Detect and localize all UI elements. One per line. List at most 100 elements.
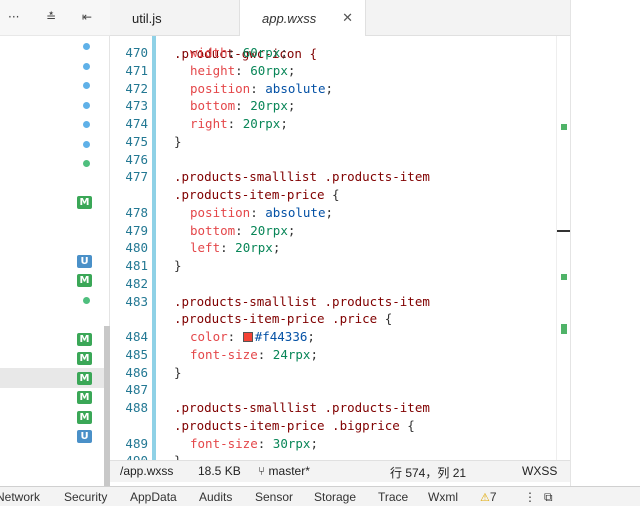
cursor-position[interactable]: 行 574，列 21 <box>390 464 466 481</box>
code-line: 471 height: 60rpx; <box>110 62 566 80</box>
code-line: 472 position: absolute; <box>110 80 566 98</box>
line-number: 474 <box>125 116 148 131</box>
code-text: .products-item-price .bigprice { <box>174 417 415 433</box>
code-editor[interactable]: .product-gwc-icon { 470 width: 60rpx; 471 h… <box>110 36 566 460</box>
code-text: height: 60rpx; <box>190 62 296 78</box>
code-line: 480 left: 20rpx; <box>110 239 566 257</box>
modified-badge: M <box>77 274 92 287</box>
code-line: 476 <box>110 151 566 169</box>
more-icon[interactable]: ··· <box>8 10 19 24</box>
tab-sensor[interactable]: Sensor <box>255 490 293 504</box>
menu-icon[interactable]: ⋮ <box>524 490 536 504</box>
file-tree-row[interactable]: U <box>0 251 104 271</box>
file-tree-row[interactable] <box>0 212 104 232</box>
file-size: 18.5 KB <box>198 464 241 478</box>
file-tree-row[interactable] <box>0 153 104 173</box>
git-branch[interactable]: ⑂ master* <box>258 464 310 478</box>
code-text: right: 20rpx; <box>190 116 288 131</box>
code-line: .products-item-price .price { <box>110 310 566 328</box>
file-tree-row[interactable]: M <box>0 270 104 290</box>
branch-name: master* <box>268 464 310 478</box>
tab-trace[interactable]: Trace <box>378 490 408 504</box>
dock-icon[interactable]: ⧉ <box>544 490 553 505</box>
tab-security[interactable]: Security <box>64 490 107 504</box>
line-number: 471 <box>125 62 148 78</box>
file-tree-row[interactable] <box>0 134 104 154</box>
code-text: position: absolute; <box>190 80 334 96</box>
tab-label: app.wxss <box>262 11 317 26</box>
color-swatch-icon[interactable] <box>242 332 253 342</box>
modified-badge: M <box>77 332 92 346</box>
line-number: 490 <box>110 452 148 460</box>
language-mode[interactable]: WXSS <box>522 464 557 478</box>
file-tree-row[interactable] <box>0 75 104 95</box>
tab-storage[interactable]: Storage <box>314 490 356 504</box>
split-panel-icon[interactable]: ⇤ <box>82 10 92 24</box>
devtools-tabbar: Network Security AppData Audits Sensor S… <box>0 486 640 506</box>
code-line: 488 .products-smalllist .products-item <box>110 399 566 417</box>
file-explorer-panel: ··· ≛ ⇤ MUMMMMMMU <box>0 0 110 486</box>
file-tree-row[interactable] <box>0 56 104 76</box>
code-line: 474 right: 20rpx; <box>110 115 566 133</box>
file-tree-row[interactable] <box>0 290 104 310</box>
code-text: left: 20rpx; <box>190 240 281 256</box>
file-tree-row[interactable]: M <box>0 367 104 388</box>
file-tree-row[interactable] <box>0 309 104 329</box>
overview-ruler[interactable] <box>556 36 571 460</box>
tab-app-wxss[interactable]: app.wxss ✕ <box>240 0 366 37</box>
code-line: 473 bottom: 20rpx; <box>110 97 566 115</box>
file-tree-row[interactable]: U <box>0 426 104 446</box>
modified-badge: M <box>77 391 92 404</box>
line-number: 486 <box>125 364 148 380</box>
modified-badge: M <box>77 410 92 424</box>
code-text: .products-item-price { <box>174 187 340 202</box>
warnings-indicator[interactable]: ⚠7 <box>480 490 497 504</box>
modified-badge: M <box>77 352 92 365</box>
collapse-all-icon[interactable]: ≛ <box>46 10 56 24</box>
code-text: width: 60rpx; <box>190 45 288 60</box>
line-number: 479 <box>125 222 148 238</box>
code-line: 475} <box>110 133 566 151</box>
code-text: } <box>174 364 182 380</box>
code-text: } <box>174 133 182 149</box>
file-tree-row[interactable]: M <box>0 407 104 427</box>
line-number: 475 <box>125 133 148 149</box>
code-text: bottom: 20rpx; <box>190 98 296 114</box>
close-tab-icon[interactable]: ✕ <box>342 0 353 38</box>
file-tree-row[interactable] <box>0 173 104 193</box>
ruler-marker <box>561 324 567 334</box>
warning-count: 7 <box>489 490 497 504</box>
right-panel <box>570 0 640 486</box>
code-line: 489 font-size: 30rpx; <box>110 435 566 453</box>
file-tree-row[interactable]: M <box>0 329 104 349</box>
tab-audits[interactable]: Audits <box>199 490 232 504</box>
file-tree-row[interactable]: M <box>0 348 104 368</box>
code-line: 487 <box>110 381 566 399</box>
status-dot-icon <box>83 82 90 89</box>
file-tree-row[interactable]: M <box>0 192 104 212</box>
untracked-badge: U <box>77 430 92 443</box>
file-tree-row[interactable] <box>0 36 104 56</box>
tab-wxml[interactable]: Wxml <box>428 490 458 504</box>
status-dot-icon <box>83 296 90 304</box>
line-number: 472 <box>125 80 148 96</box>
file-tree-row[interactable] <box>0 114 104 134</box>
status-dot-icon <box>83 121 90 128</box>
status-dot-icon <box>83 140 90 148</box>
code-line: 481} <box>110 257 566 275</box>
file-tree-row[interactable] <box>0 231 104 251</box>
file-tree-row[interactable]: M <box>0 387 104 407</box>
line-number: 470 <box>125 45 148 60</box>
code-line: 482 <box>110 275 566 293</box>
tab-network[interactable]: Network <box>0 490 40 504</box>
status-dot-icon <box>83 160 90 167</box>
code-text: } <box>174 452 182 460</box>
tab-appdata[interactable]: AppData <box>130 490 177 504</box>
code-text: bottom: 20rpx; <box>190 222 296 238</box>
untracked-badge: U <box>77 254 92 268</box>
file-tree-row[interactable] <box>0 95 104 115</box>
code-line: 485 font-size: 24rpx; <box>110 346 566 364</box>
tab-util-js[interactable]: util.js <box>110 0 240 36</box>
code-line: .products-item-price .bigprice { <box>110 417 566 435</box>
code-text: font-size: 30rpx; <box>190 435 318 451</box>
